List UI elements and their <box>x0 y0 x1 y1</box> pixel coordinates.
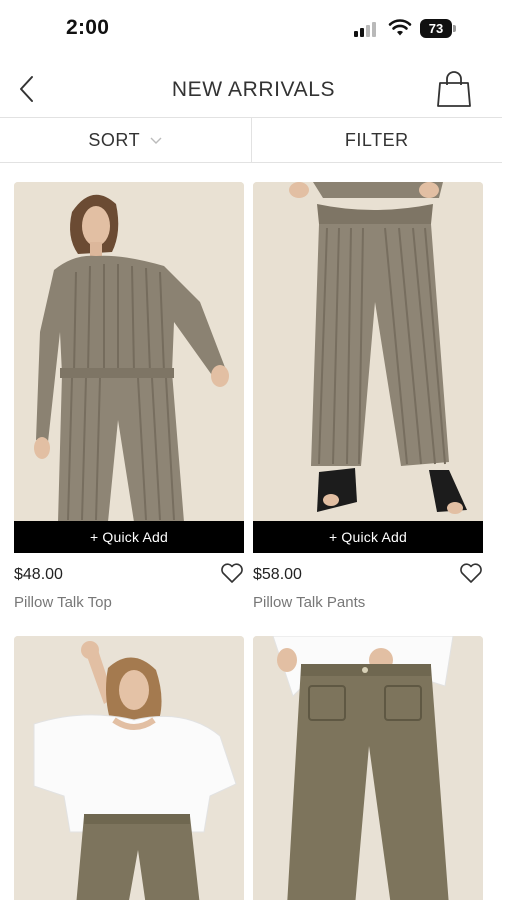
shopping-bag-button[interactable] <box>436 70 472 108</box>
product-photo-illustration <box>253 636 483 900</box>
quick-add-button[interactable]: + Quick Add <box>253 521 483 553</box>
product-card[interactable] <box>14 636 244 900</box>
product-photo-illustration <box>14 182 244 552</box>
wifi-icon <box>388 19 412 36</box>
nav-header: NEW ARRIVALS <box>0 58 507 118</box>
battery-level: 73 <box>420 19 452 38</box>
sort-label: SORT <box>88 129 141 150</box>
product-photo-illustration <box>14 636 244 900</box>
product-photo-illustration <box>253 182 483 552</box>
product-price: $48.00 <box>14 566 63 583</box>
page-title: NEW ARRIVALS <box>171 78 336 101</box>
status-bar: 2:00 73 <box>0 0 507 58</box>
product-card[interactable]: + Quick Add $58.00 Pillow Talk Pants <box>253 182 483 622</box>
product-image[interactable] <box>253 636 483 900</box>
shopping-bag-icon <box>437 71 471 107</box>
product-price: $58.00 <box>253 566 302 583</box>
sort-filter-bar: SORT FILTER <box>0 117 502 163</box>
signal-icon <box>354 21 380 37</box>
heart-icon[interactable] <box>459 562 483 584</box>
quick-add-button[interactable]: + Quick Add <box>14 521 244 553</box>
product-name: Pillow Talk Top <box>14 594 112 611</box>
sort-button[interactable]: SORT <box>0 118 251 162</box>
battery-icon: 73 <box>420 19 456 38</box>
product-card[interactable] <box>253 636 483 900</box>
product-image[interactable] <box>253 182 483 552</box>
product-image[interactable] <box>14 182 244 552</box>
product-image[interactable] <box>14 636 244 900</box>
status-time: 2:00 <box>66 16 110 39</box>
filter-button[interactable]: FILTER <box>250 118 503 162</box>
product-name: Pillow Talk Pants <box>253 594 366 611</box>
chevron-down-icon <box>150 137 162 144</box>
product-card[interactable]: + Quick Add $48.00 Pillow Talk Top <box>14 182 244 622</box>
filter-label: FILTER <box>344 129 409 150</box>
heart-icon[interactable] <box>220 562 244 584</box>
